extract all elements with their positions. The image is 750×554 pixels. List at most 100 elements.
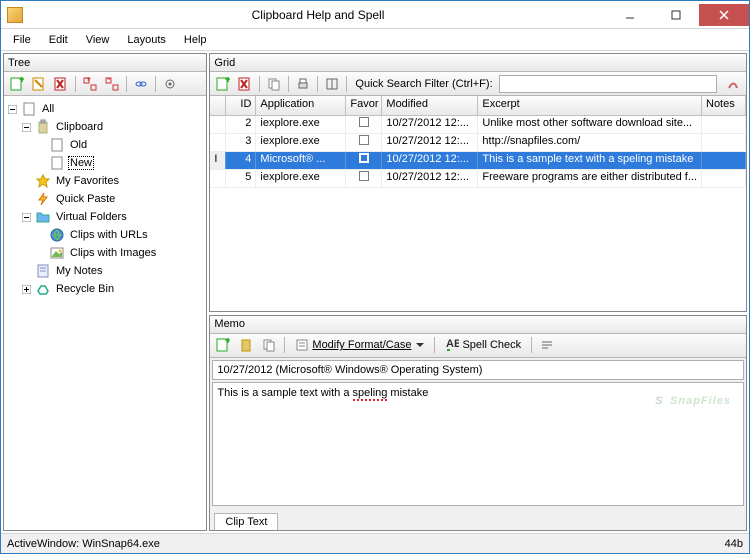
tree-header: Tree: [4, 54, 206, 72]
note-icon: [35, 263, 51, 279]
col-excerpt[interactable]: Excerpt: [478, 96, 702, 115]
chevron-down-icon: [416, 343, 424, 347]
col-id[interactable]: ID: [226, 96, 256, 115]
folder-icon: [35, 209, 51, 225]
favorite-checkbox[interactable]: [359, 135, 369, 145]
expand-all-button[interactable]: +: [80, 74, 100, 94]
expand-icon[interactable]: [20, 283, 33, 296]
globe-icon: [49, 227, 65, 243]
clear-filter-button[interactable]: [723, 74, 743, 94]
grid-header-row: ID Application Favor Modified Excerpt No…: [210, 96, 746, 116]
tree-favorites[interactable]: My Favorites: [6, 172, 204, 190]
favorite-checkbox[interactable]: [359, 171, 369, 181]
clipboard-icon: [35, 119, 51, 135]
filter-input[interactable]: [499, 75, 717, 93]
tree-quickpaste[interactable]: Quick Paste: [6, 190, 204, 208]
edit-node-button[interactable]: [29, 74, 49, 94]
col-modified[interactable]: Modified: [382, 96, 478, 115]
window-title: Clipboard Help and Spell: [29, 8, 607, 22]
tree-body[interactable]: All Clipboard Old New My Favorites Quick…: [4, 96, 206, 530]
menu-view[interactable]: View: [78, 32, 118, 48]
delete-clip-button[interactable]: [235, 74, 255, 94]
grid-toolbar: + Quick Search Filter (Ctrl+F):: [210, 72, 746, 96]
svg-text:-: -: [107, 77, 111, 85]
status-bar: ActiveWindow: WinSnap64.exe 44b: [1, 533, 749, 553]
col-application[interactable]: Application: [256, 96, 346, 115]
tree-toolbar: + + -: [4, 72, 206, 96]
settings-button[interactable]: [160, 74, 180, 94]
favorite-checkbox[interactable]: [359, 153, 369, 163]
tab-clip-text[interactable]: Clip Text: [214, 513, 278, 530]
spell-check-button[interactable]: ABCSpell Check: [440, 336, 526, 354]
app-icon: [7, 7, 23, 23]
new-clip-button[interactable]: +: [213, 74, 233, 94]
new-memo-button[interactable]: +: [213, 335, 233, 355]
memo-textarea[interactable]: S SnapFiles This is a sample text with a…: [212, 382, 744, 506]
close-button[interactable]: [699, 4, 749, 26]
grid-header: Grid: [210, 54, 746, 72]
svg-text:+: +: [225, 338, 230, 347]
tree-clipboard[interactable]: Clipboard: [6, 118, 204, 136]
new-node-button[interactable]: +: [7, 74, 27, 94]
tree-old[interactable]: Old: [6, 136, 204, 154]
col-notes[interactable]: Notes: [702, 96, 746, 115]
tree-root[interactable]: All: [6, 100, 204, 118]
paste-button[interactable]: [236, 335, 256, 355]
menu-file[interactable]: File: [5, 32, 39, 48]
tree-panel: Tree + + - All Clipboard Old New My Favo…: [3, 53, 207, 531]
collapse-icon[interactable]: [6, 103, 19, 116]
collapse-icon[interactable]: [20, 121, 33, 134]
tree-vf-images[interactable]: Clips with Images: [6, 244, 204, 262]
table-row[interactable]: 2iexplore.exe10/27/2012 12:...Unlike mos…: [210, 116, 746, 134]
copy-memo-button[interactable]: [259, 335, 279, 355]
svg-text:+: +: [19, 77, 24, 86]
collapse-icon[interactable]: [20, 211, 33, 224]
favorite-checkbox[interactable]: [359, 117, 369, 127]
table-row[interactable]: 3iexplore.exe10/27/2012 12:...http://sna…: [210, 134, 746, 152]
menu-edit[interactable]: Edit: [41, 32, 76, 48]
menu-bar: File Edit View Layouts Help: [1, 29, 749, 51]
picture-icon: [49, 245, 65, 261]
page-icon: [49, 137, 65, 153]
minimize-button[interactable]: [607, 4, 653, 26]
svg-text:ABC: ABC: [446, 338, 459, 350]
tree-vf-urls[interactable]: Clips with URLs: [6, 226, 204, 244]
table-row[interactable]: I4Microsoft® ...10/27/2012 12:...This is…: [210, 152, 746, 170]
table-row[interactable]: 5iexplore.exe10/27/2012 12:...Freeware p…: [210, 170, 746, 188]
delete-node-button[interactable]: [51, 74, 71, 94]
svg-text:+: +: [85, 77, 91, 85]
recycle-icon: [35, 281, 51, 297]
memo-panel: Memo + Modify Format/Case ABCSpell Check…: [209, 315, 747, 531]
modify-format-button[interactable]: Modify Format/Case: [290, 336, 429, 354]
tree-recycle[interactable]: Recycle Bin: [6, 280, 204, 298]
grid-panel: Grid + Quick Search Filter (Ctrl+F): ID: [209, 53, 747, 312]
menu-layouts[interactable]: Layouts: [119, 32, 174, 48]
memo-toolbar: + Modify Format/Case ABCSpell Check: [210, 334, 746, 358]
tree-vfolders[interactable]: Virtual Folders: [6, 208, 204, 226]
tree-new[interactable]: New: [6, 154, 204, 172]
col-favorite[interactable]: Favor: [346, 96, 382, 115]
columns-button[interactable]: [322, 74, 342, 94]
spelling-error[interactable]: speling: [353, 387, 388, 401]
memo-tabstrip: Clip Text: [210, 508, 746, 530]
tree-notes[interactable]: My Notes: [6, 262, 204, 280]
watermark: S SnapFiles: [655, 387, 731, 410]
title-bar: Clipboard Help and Spell: [1, 1, 749, 29]
star-icon: [35, 173, 51, 189]
maximize-button[interactable]: [653, 4, 699, 26]
link-button[interactable]: [131, 74, 151, 94]
svg-text:+: +: [225, 77, 230, 86]
print-button[interactable]: [293, 74, 313, 94]
status-right: 44b: [725, 538, 743, 550]
copy-button[interactable]: [264, 74, 284, 94]
memo-header: Memo: [210, 316, 746, 334]
page-icon: [49, 155, 65, 171]
status-left: ActiveWindow: WinSnap64.exe: [7, 538, 160, 550]
menu-help[interactable]: Help: [176, 32, 215, 48]
memo-title-input[interactable]: [212, 360, 744, 380]
page-icon: [21, 101, 37, 117]
grid-body[interactable]: ID Application Favor Modified Excerpt No…: [210, 96, 746, 311]
filter-label: Quick Search Filter (Ctrl+F):: [355, 78, 492, 90]
collapse-all-button[interactable]: -: [102, 74, 122, 94]
wrap-button[interactable]: [537, 335, 557, 355]
